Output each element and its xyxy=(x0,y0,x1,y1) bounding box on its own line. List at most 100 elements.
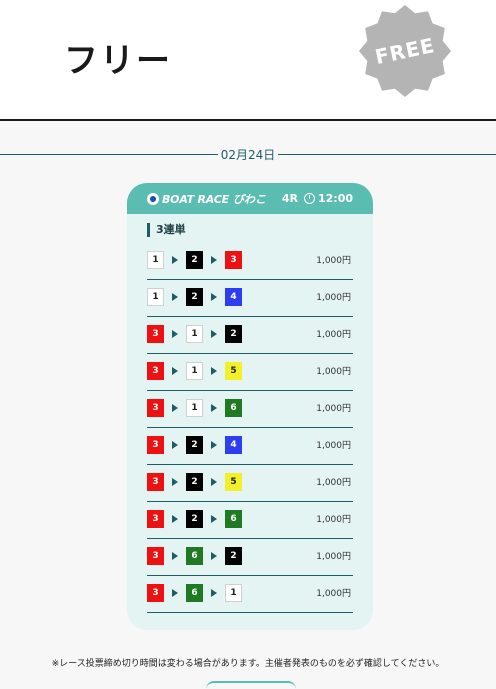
notice-text: ※レース投票締め切り時間は変わる場合があります。主催者発表のものを必ず確認してく… xyxy=(51,659,445,669)
boatrace-logo-icon xyxy=(147,193,159,205)
arrow-right-icon xyxy=(172,330,178,338)
bet-amount: 1,000円 xyxy=(316,441,351,451)
arrow-right-icon xyxy=(211,293,217,301)
bet-amount: 1,000円 xyxy=(316,589,351,599)
bet-row: 3 1 6 1,000円 xyxy=(147,390,353,428)
bet-combination: 3 6 2 xyxy=(147,547,242,565)
race-number: 4R xyxy=(281,192,298,205)
bet-combination: 3 2 6 xyxy=(147,510,242,528)
boat-number-6: 6 xyxy=(186,547,203,565)
boat-number-2: 2 xyxy=(186,251,203,269)
arrow-right-icon xyxy=(211,330,217,338)
arrow-right-icon xyxy=(211,367,217,375)
boat-number-1: 1 xyxy=(186,362,203,380)
boat-number-2: 2 xyxy=(225,547,242,565)
boat-number-3: 3 xyxy=(147,399,164,417)
boat-number-3: 3 xyxy=(147,510,164,528)
bet-amount: 1,000円 xyxy=(316,552,351,562)
page-title: フリー xyxy=(64,41,172,81)
bet-amount: 1,000円 xyxy=(316,256,351,266)
boat-number-1: 1 xyxy=(147,251,164,269)
boat-number-3: 3 xyxy=(147,547,164,565)
bet-combination: 1 2 4 xyxy=(147,288,242,306)
arrow-right-icon xyxy=(172,515,178,523)
boat-number-6: 6 xyxy=(225,399,242,417)
bet-type-title: 3連単 xyxy=(147,223,186,237)
boat-number-1: 1 xyxy=(186,399,203,417)
card-header: BOAT RACE びわこ 4R 12:00 xyxy=(127,183,373,214)
bet-row: 1 2 4 1,000円 xyxy=(147,279,353,317)
arrow-right-icon xyxy=(211,552,217,560)
arrow-right-icon xyxy=(172,367,178,375)
badge-label: FREE xyxy=(372,32,438,70)
boat-number-2: 2 xyxy=(186,510,203,528)
arrow-right-icon xyxy=(172,404,178,412)
bet-amount: 1,000円 xyxy=(316,293,351,303)
free-badge: FREE xyxy=(358,4,452,98)
boat-number-2: 2 xyxy=(186,436,203,454)
bet-combination: 3 1 6 xyxy=(147,399,242,417)
bet-row: 3 2 6 1,000円 xyxy=(147,501,353,539)
bet-combination: 3 6 1 xyxy=(147,584,242,602)
bet-combination: 3 1 5 xyxy=(147,362,242,380)
bet-row: 3 2 5 1,000円 xyxy=(147,464,353,502)
boat-number-2: 2 xyxy=(186,288,203,306)
boat-number-2: 2 xyxy=(225,325,242,343)
arrow-right-icon xyxy=(172,441,178,449)
bet-row: 3 1 2 1,000円 xyxy=(147,316,353,354)
boat-number-1: 1 xyxy=(225,584,242,602)
bottom-button[interactable] xyxy=(206,681,296,689)
bet-combination: 1 2 3 xyxy=(147,251,242,269)
boat-number-3: 3 xyxy=(147,362,164,380)
boat-number-4: 4 xyxy=(225,436,242,454)
divider-line-right xyxy=(278,154,496,155)
arrow-right-icon xyxy=(211,441,217,449)
bet-amount: 1,000円 xyxy=(316,515,351,525)
arrow-right-icon xyxy=(172,589,178,597)
arrow-right-icon xyxy=(172,478,178,486)
date-divider: 02月24日 xyxy=(0,146,496,164)
bet-amount: 1,000円 xyxy=(316,367,351,377)
bet-row: 3 6 2 1,000円 xyxy=(147,538,353,576)
boat-number-5: 5 xyxy=(225,362,242,380)
race-card: BOAT RACE びわこ 4R 12:00 3連単 1 2 3 1,000円 1 2 4 1… xyxy=(127,183,373,630)
logo-text: BOAT RACE xyxy=(162,192,229,206)
boat-number-4: 4 xyxy=(225,288,242,306)
arrow-right-icon xyxy=(172,256,178,264)
arrow-right-icon xyxy=(172,552,178,560)
page-header: フリー FREE xyxy=(0,0,496,121)
arrow-right-icon xyxy=(211,256,217,264)
bet-amount: 1,000円 xyxy=(316,404,351,414)
boat-number-1: 1 xyxy=(186,325,203,343)
boat-number-3: 3 xyxy=(225,251,242,269)
boat-number-3: 3 xyxy=(147,325,164,343)
clock-icon xyxy=(303,193,315,204)
boat-number-6: 6 xyxy=(186,584,203,602)
boat-number-2: 2 xyxy=(186,473,203,491)
race-date: 02月24日 xyxy=(220,148,276,162)
boat-number-3: 3 xyxy=(147,473,164,491)
boat-number-3: 3 xyxy=(147,584,164,602)
bet-row: 3 1 5 1,000円 xyxy=(147,353,353,391)
boat-number-3: 3 xyxy=(147,436,164,454)
arrow-right-icon xyxy=(211,404,217,412)
bet-combination: 3 1 2 xyxy=(147,325,242,343)
bet-amount: 1,000円 xyxy=(316,330,351,340)
bet-row: 1 2 3 1,000円 xyxy=(147,242,353,280)
arrow-right-icon xyxy=(211,515,217,523)
boat-number-6: 6 xyxy=(225,510,242,528)
boat-number-1: 1 xyxy=(147,288,164,306)
bet-combination: 3 2 4 xyxy=(147,436,242,454)
arrow-right-icon xyxy=(211,589,217,597)
race-info: 4R 12:00 xyxy=(282,192,353,205)
boatrace-logo: BOAT RACE びわこ xyxy=(147,191,266,207)
arrow-right-icon xyxy=(211,478,217,486)
race-time: 12:00 xyxy=(317,192,353,205)
bet-row: 3 2 4 1,000円 xyxy=(147,427,353,465)
divider-line-left xyxy=(0,154,218,155)
boat-number-5: 5 xyxy=(225,473,242,491)
bet-combination: 3 2 5 xyxy=(147,473,242,491)
bet-amount: 1,000円 xyxy=(316,478,351,488)
bet-row: 3 6 1 1,000円 xyxy=(147,575,353,613)
arrow-right-icon xyxy=(172,293,178,301)
